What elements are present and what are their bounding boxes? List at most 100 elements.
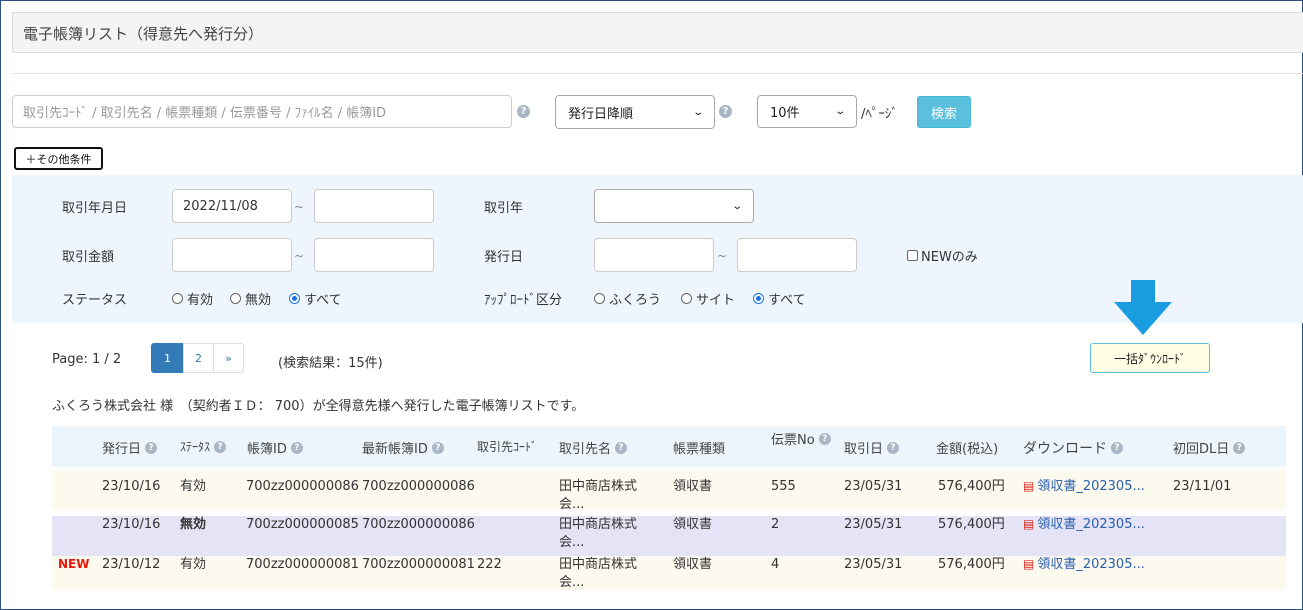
- page-title: 電子帳簿リスト（得意先へ発行分）: [12, 12, 1303, 53]
- radio-dot[interactable]: [594, 293, 605, 304]
- cell-download-link[interactable]: ▤ 領収書_202305...: [1023, 478, 1145, 495]
- column-header-partner-code[interactable]: 取引先ｺｰﾄﾞ: [477, 438, 537, 455]
- help-icon[interactable]: ?: [517, 105, 530, 118]
- issue-date-from-input[interactable]: [594, 238, 714, 272]
- cell-doc-type: 領収書: [673, 479, 713, 494]
- pdf-file-icon: ▤: [1023, 517, 1035, 531]
- cell-slip-no: 4: [771, 557, 780, 572]
- upload-radio-all[interactable]: すべて: [753, 289, 806, 308]
- upload-option-label: すべて: [768, 293, 806, 308]
- radio-dot[interactable]: [172, 293, 183, 304]
- column-header-latest-book-id[interactable]: 最新帳簿ID?: [362, 438, 444, 457]
- amount-label: 取引金額: [62, 250, 115, 265]
- trade-year-select[interactable]: ⌄: [594, 189, 754, 223]
- page-indicator: Page: 1 / 2: [52, 352, 122, 367]
- column-header-download[interactable]: ダウンロード?: [1023, 438, 1123, 458]
- header-label: 初回DL日: [1173, 442, 1230, 457]
- status-radio-valid[interactable]: 有効: [172, 289, 213, 308]
- status-option-label: 有効: [187, 293, 214, 308]
- cell-partner-name-overflow: 会...: [559, 575, 585, 590]
- cell-partner-name-overflow: 会...: [559, 535, 585, 550]
- bulk-download-button[interactable]: 一括ﾀﾞｳﾝﾛｰﾄﾞ: [1090, 343, 1210, 373]
- sort-select-value: 発行日降順: [568, 106, 634, 122]
- column-header-first-dl[interactable]: 初回DL日?: [1173, 438, 1246, 457]
- cell-issue-date: 23/10/16: [102, 517, 161, 532]
- amount-from-input[interactable]: [172, 238, 292, 272]
- cell-download-link[interactable]: ▤ 領収書_202305...: [1023, 516, 1145, 533]
- new-badge: NEW: [58, 557, 90, 571]
- trade-date-label: 取引年月日: [62, 201, 128, 216]
- cell-trade-date: 23/05/31: [844, 557, 903, 572]
- radio-dot[interactable]: [681, 293, 692, 304]
- column-header-partner-name[interactable]: 取引先名?: [559, 438, 628, 457]
- column-header-status[interactable]: ｽﾃｰﾀｽ?: [180, 438, 227, 455]
- help-icon[interactable]: ?: [290, 441, 303, 454]
- cell-trade-date: 23/05/31: [844, 479, 903, 494]
- chevron-down-icon: ⌄: [833, 106, 846, 117]
- help-icon[interactable]: ?: [431, 441, 444, 454]
- table-row[interactable]: 23/10/16 無効 700zz000000085 700zz00000008…: [52, 516, 1286, 556]
- checkbox-box[interactable]: [907, 250, 918, 261]
- new-only-label: NEWのみ: [921, 250, 978, 265]
- header-label: 取引先ｺｰﾄﾞ: [477, 440, 538, 454]
- search-input[interactable]: 取引先ｺｰﾄﾞ / 取引先名 / 帳票種類 / 伝票番号 / ﾌｧｲﾙ名 / 帳…: [12, 95, 512, 128]
- download-filename[interactable]: 領収書_202305...: [1037, 557, 1145, 572]
- cell-amount: 576,400円: [938, 557, 1005, 572]
- column-header-doc-type[interactable]: 帳票種類: [673, 438, 725, 457]
- cell-status: 有効: [180, 479, 207, 494]
- upload-radio-site[interactable]: サイト: [681, 289, 735, 308]
- cell-download-link[interactable]: ▤ 領収書_202305...: [1023, 556, 1145, 573]
- cell-latest-book-id: 700zz000000081: [362, 557, 475, 572]
- next-page-button[interactable]: »: [213, 343, 244, 373]
- column-header-trade-date[interactable]: 取引日?: [844, 438, 900, 457]
- cell-slip-no: 555: [771, 479, 796, 494]
- cell-first-dl: 23/11/01: [1173, 479, 1232, 494]
- upload-radio-fukurou[interactable]: ふくろう: [594, 289, 661, 308]
- radio-dot[interactable]: [289, 293, 300, 304]
- issue-date-to-input[interactable]: [737, 238, 857, 272]
- status-radio-all[interactable]: すべて: [289, 289, 342, 308]
- help-icon[interactable]: ?: [214, 440, 227, 453]
- per-page-value: 10件: [770, 106, 800, 121]
- help-icon[interactable]: ?: [615, 441, 628, 454]
- upload-option-label: サイト: [696, 293, 736, 308]
- sort-select[interactable]: 発行日降順 ⌄: [555, 95, 715, 129]
- chevron-down-icon: ⌄: [691, 106, 704, 118]
- header-label: 発行日: [102, 442, 142, 457]
- trade-date-from-input[interactable]: 2022/11/08: [172, 189, 292, 223]
- amount-to-input[interactable]: [314, 238, 434, 272]
- page-1-button[interactable]: 1: [151, 343, 184, 373]
- cell-status: 無効: [180, 517, 207, 532]
- help-icon[interactable]: ?: [818, 432, 831, 445]
- download-filename[interactable]: 領収書_202305...: [1037, 517, 1145, 532]
- more-conditions-button[interactable]: ＋その他条件: [14, 147, 103, 170]
- radio-dot[interactable]: [230, 293, 241, 304]
- table-row[interactable]: NEW 23/10/12 有効 700zz000000081 700zz0000…: [52, 556, 1286, 590]
- download-filename[interactable]: 領収書_202305...: [1037, 479, 1145, 494]
- column-header-amount[interactable]: 金額(税込): [936, 438, 998, 457]
- help-icon[interactable]: ?: [719, 105, 732, 118]
- pdf-file-icon: ▤: [1023, 479, 1035, 493]
- page-2-button[interactable]: 2: [183, 343, 214, 373]
- help-icon[interactable]: ?: [1233, 441, 1246, 454]
- trade-year-label: 取引年: [484, 201, 524, 216]
- per-page-select[interactable]: 10件 ⌄: [757, 95, 857, 128]
- new-only-checkbox[interactable]: NEWのみ: [907, 246, 978, 265]
- trade-date-to-input[interactable]: [314, 189, 434, 223]
- radio-dot[interactable]: [753, 293, 764, 304]
- status-radio-invalid[interactable]: 無効: [230, 289, 271, 308]
- range-tilde: ~: [294, 249, 305, 263]
- column-header-book-id[interactable]: 帳簿ID?: [247, 438, 303, 457]
- pdf-file-icon: ▤: [1023, 557, 1035, 571]
- search-button[interactable]: 検索: [917, 96, 971, 128]
- help-icon[interactable]: ?: [1111, 442, 1123, 454]
- result-count: (検索結果：15件): [278, 356, 383, 371]
- cell-book-id: 700zz000000085: [246, 517, 359, 532]
- cell-amount: 576,400円: [938, 479, 1005, 494]
- help-icon[interactable]: ?: [887, 441, 900, 454]
- column-header-issue-date[interactable]: 発行日?: [102, 438, 158, 457]
- table-row[interactable]: 23/10/16 有効 700zz000000086 700zz00000008…: [52, 470, 1286, 512]
- help-icon[interactable]: ?: [145, 441, 158, 454]
- cell-amount: 576,400円: [938, 517, 1005, 532]
- column-header-slip-no[interactable]: 伝票No?: [771, 429, 831, 448]
